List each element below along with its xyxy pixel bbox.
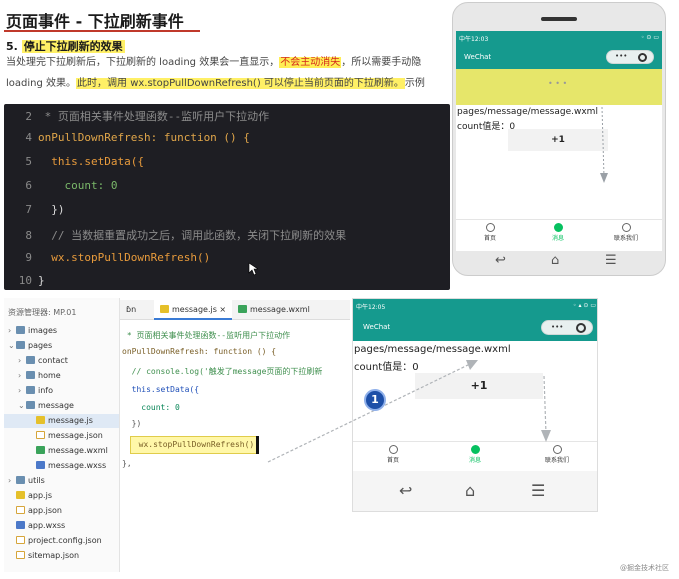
- step-badge: 1: [364, 389, 386, 411]
- watermark: @掘金技术社区: [620, 564, 669, 572]
- annotation-arrows: [267, 360, 551, 463]
